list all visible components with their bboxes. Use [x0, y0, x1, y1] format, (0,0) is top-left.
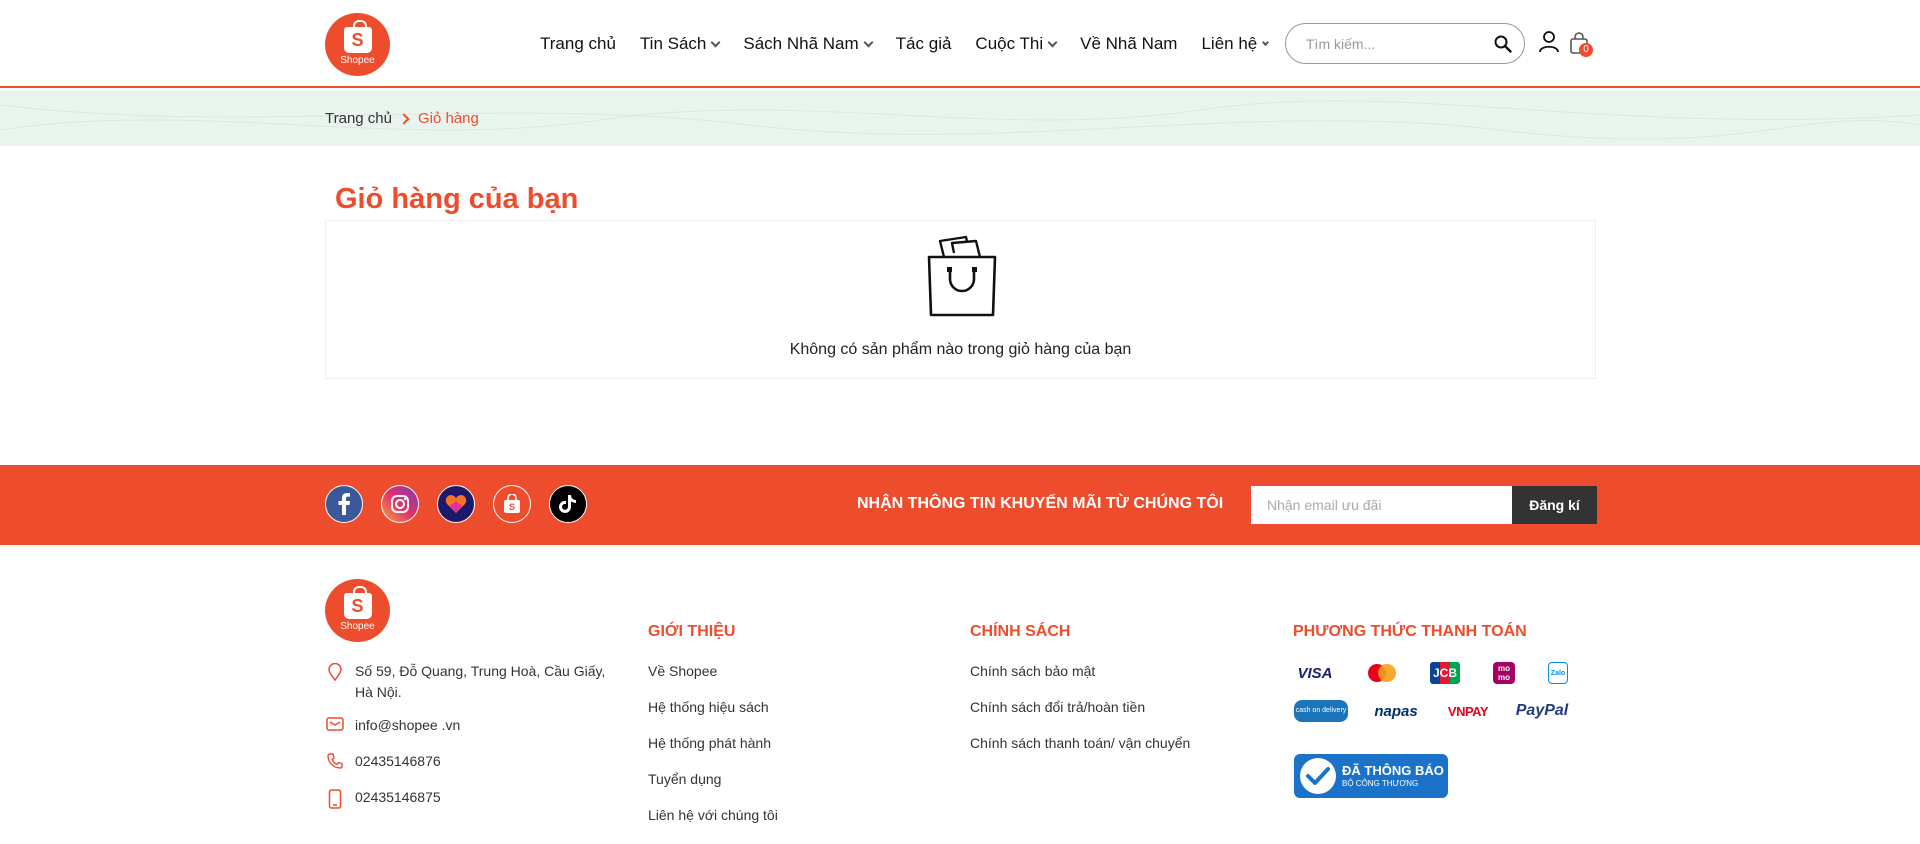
empty-cart-message: Không có sản phẩm nào trong giỏ hàng của… [789, 341, 1132, 358]
logo-letter: S [351, 595, 364, 616]
mail-icon [326, 717, 344, 731]
location-pin-icon [328, 663, 342, 681]
nav-item-tac-gia[interactable]: Tác giả [896, 34, 952, 54]
visa-logo: VISA [1297, 664, 1333, 682]
newsletter-bar: S NHẬN THÔNG TIN KHUYẾN MÃI TỪ CHÚNG TÔI… [0, 465, 1920, 545]
search-icon[interactable] [1494, 35, 1512, 53]
about-link[interactable]: Hệ thống hiệu sách [648, 699, 769, 715]
bo-cong-thuong-badge[interactable]: ĐÃ THÔNG BÁO BỘ CÔNG THƯƠNG [1294, 754, 1448, 798]
breadcrumb: Trang chủ Giỏ hàng [325, 110, 479, 127]
shopee-link[interactable]: S [493, 485, 531, 523]
bct-line-2: BỘ CÔNG THƯƠNG [1342, 779, 1419, 788]
nav-label: Về Nhã Nam [1080, 34, 1178, 53]
shopee-icon: S [504, 494, 520, 513]
mastercard-icon [1368, 664, 1396, 682]
email-text[interactable]: info@shopee .vn [355, 715, 460, 736]
mobile-text[interactable]: 02435146875 [355, 787, 441, 809]
vnpay-logo: VNPAY [1447, 703, 1489, 719]
nav-item-tin-sach[interactable]: Tin Sách [639, 34, 721, 54]
nav-label: Tác giả [895, 34, 952, 53]
cart-button[interactable]: 0 [1569, 32, 1597, 58]
empty-bag-icon [927, 235, 997, 317]
newsletter-title: NHẬN THÔNG TIN KHUYẾN MÃI TỪ CHÚNG TÔI [857, 495, 1224, 512]
shopee-logo[interactable]: S Shopee [325, 13, 390, 76]
instagram-link[interactable] [381, 485, 419, 523]
cash-on-delivery-logo: cash on delivery [1294, 700, 1348, 722]
nav-item-ve-nha-nam[interactable]: Về Nhã Nam [1080, 34, 1177, 54]
nav-label: Sách Nhã Nam [743, 34, 859, 53]
about-link[interactable]: Liên hệ với chúng tôi [648, 807, 778, 823]
nav-label: Tin Sách [639, 34, 707, 53]
search-input[interactable] [1306, 35, 1494, 52]
mastercard-logo [1364, 662, 1400, 684]
payment-title: PHƯƠNG THỨC THANH TOÁN [1293, 623, 1527, 640]
breadcrumb-home-link[interactable]: Trang chủ [325, 110, 392, 127]
about-link[interactable]: Tuyển dụng [648, 771, 721, 787]
footer-phone-2: 02435146875 [325, 787, 441, 809]
momo-logo: mo mo [1493, 662, 1515, 684]
chevron-down-icon [710, 37, 721, 47]
newsletter-email-input[interactable] [1251, 486, 1512, 524]
phone-icon [327, 753, 343, 769]
main-nav: Trang chủ Tin Sách Sách Nhã Nam Tác giả … [540, 32, 1292, 56]
footer-address: Số 59, Đỗ Quang, Trung Hoà, Cầu Giấy, Hà… [325, 661, 625, 703]
nav-item-lien-he[interactable]: Liên hệ [1201, 34, 1270, 54]
shopee-bag-icon: S [343, 20, 372, 53]
nav-item-cuoc-thi[interactable]: Cuộc Thi [975, 34, 1058, 54]
policy-link[interactable]: Chính sách bảo mật [970, 663, 1095, 679]
about-title: GIỚI THIỆU [648, 623, 736, 640]
footer-phone-1: 02435146876 [325, 751, 441, 772]
chevron-down-icon [1047, 37, 1058, 47]
about-link[interactable]: Hệ thống phát hành [648, 735, 771, 751]
napas-logo: napas [1374, 702, 1418, 720]
search-box [1285, 23, 1525, 64]
logo-letter: S [351, 29, 364, 50]
zalopay-logo: Zalo [1548, 662, 1568, 684]
subscribe-button[interactable]: Đăng kí [1512, 486, 1597, 524]
mobile-phone-icon [328, 789, 342, 809]
chevron-down-icon [863, 37, 874, 47]
nav-item-home[interactable]: Trang chủ [540, 34, 616, 54]
footer-shopee-logo[interactable]: S Shopee [325, 579, 390, 642]
check-badge-icon [1300, 758, 1336, 794]
facebook-icon [338, 493, 350, 515]
nav-item-sach-nha-nam[interactable]: Sách Nhã Nam [743, 34, 874, 54]
phone-text[interactable]: 02435146876 [355, 751, 441, 772]
about-link[interactable]: Về Shopee [648, 663, 717, 679]
nav-label: Cuộc Thi [975, 34, 1044, 53]
paypal-logo: PayPal [1515, 702, 1569, 719]
lazada-link[interactable] [437, 485, 475, 523]
shopee-bag-icon: S [343, 586, 372, 619]
lazada-icon [445, 495, 467, 513]
page-title: Giỏ hàng của bạn [335, 183, 579, 215]
user-icon[interactable] [1539, 31, 1559, 53]
logo-text: Shopee [340, 55, 375, 66]
cart-count-badge: 0 [1579, 43, 1593, 57]
policy-link[interactable]: Chính sách thanh toán/ vận chuyển [970, 735, 1190, 751]
policy-title: CHÍNH SÁCH [970, 623, 1071, 640]
nav-label: Liên hệ [1201, 34, 1258, 53]
tiktok-icon [559, 495, 576, 513]
logo-text: Shopee [340, 621, 375, 632]
nav-label: Trang chủ [540, 34, 616, 53]
chevron-down-icon [1262, 38, 1270, 46]
topo-pattern-decoration [0, 100, 1920, 140]
chevron-right-icon [398, 112, 410, 125]
policy-link[interactable]: Chính sách đổi trả/hoàn tiền [970, 699, 1145, 715]
jcb-logo: JCB [1430, 662, 1460, 684]
tiktok-link[interactable] [549, 485, 587, 523]
site-header: S Shopee Trang chủ Tin Sách Sách Nhã Nam… [0, 0, 1920, 88]
address-text: Số 59, Đỗ Quang, Trung Hoà, Cầu Giấy, Hà… [355, 663, 606, 700]
facebook-link[interactable] [325, 485, 363, 523]
breadcrumb-current: Giỏ hàng [417, 110, 479, 127]
breadcrumb-bar: Trang chủ Giỏ hàng [0, 90, 1920, 146]
footer-email: info@shopee .vn [325, 715, 460, 736]
instagram-icon [391, 495, 409, 513]
bct-line-1: ĐÃ THÔNG BÁO [1342, 763, 1444, 778]
svg-text:S: S [509, 502, 515, 512]
empty-cart-panel: Không có sản phẩm nào trong giỏ hàng của… [325, 220, 1596, 379]
